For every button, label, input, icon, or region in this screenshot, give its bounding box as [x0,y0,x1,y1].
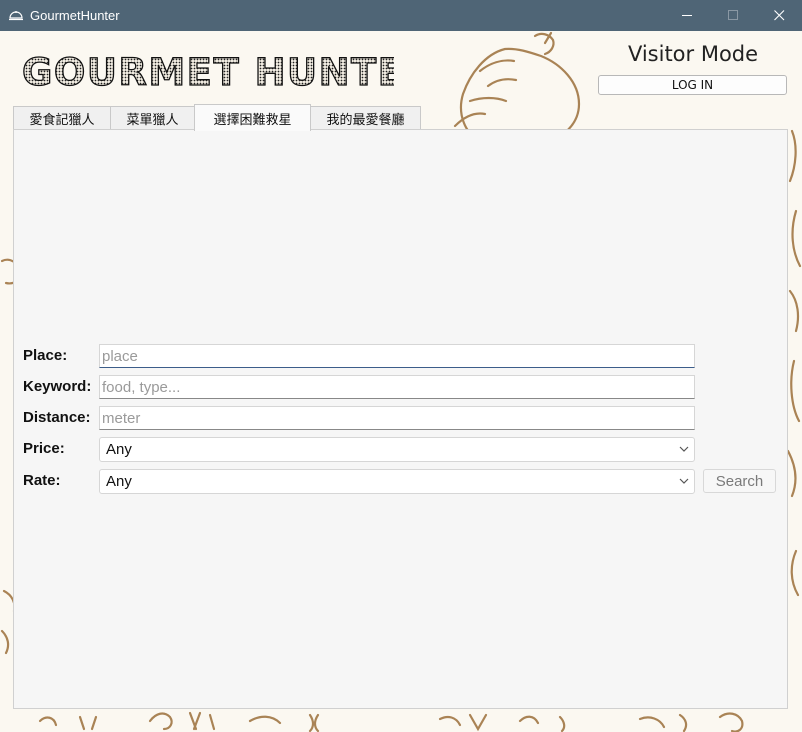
rate-select[interactable]: Any [99,469,695,494]
visitor-mode-label: Visitor Mode [627,42,759,66]
place-label: Place: [23,347,68,364]
distance-label: Distance: [23,409,91,426]
distance-input[interactable] [99,406,695,430]
svg-text:GOURMET HUNTER: GOURMET HUNTER [22,52,394,90]
restaurant-icon [8,8,24,24]
place-input[interactable] [99,344,695,368]
close-icon [773,10,784,21]
tab-decision-helper[interactable]: 選擇困難救星 [194,104,311,131]
keyword-input[interactable] [99,375,695,399]
rate-label: Rate: [23,472,61,489]
price-label: Price: [23,440,65,457]
chevron-down-icon [679,446,689,452]
tab-favorite-restaurants[interactable]: 我的最愛餐廳 [310,106,421,130]
rate-selected-value: Any [106,473,132,490]
window-titlebar: GourmetHunter [0,0,802,31]
price-select[interactable]: Any [99,437,695,462]
tab-menu-hunter[interactable]: 菜單獵人 [110,106,195,130]
gourmet-hunter-logo: GOURMET HUNTER [22,52,394,90]
chevron-down-icon [679,478,689,484]
keyword-label: Keyword: [23,378,92,395]
maximize-button[interactable] [710,0,756,31]
minimize-button[interactable] [664,0,710,31]
maximize-icon [727,10,738,20]
search-button[interactable]: Search [703,469,776,493]
login-button[interactable]: LOG IN [598,75,787,95]
minimize-icon [681,15,692,16]
price-selected-value: Any [106,441,132,458]
tab-ifoodie-hunter[interactable]: 愛食記獵人 [13,106,111,130]
window-title: GourmetHunter [30,8,120,23]
close-button[interactable] [756,0,802,31]
